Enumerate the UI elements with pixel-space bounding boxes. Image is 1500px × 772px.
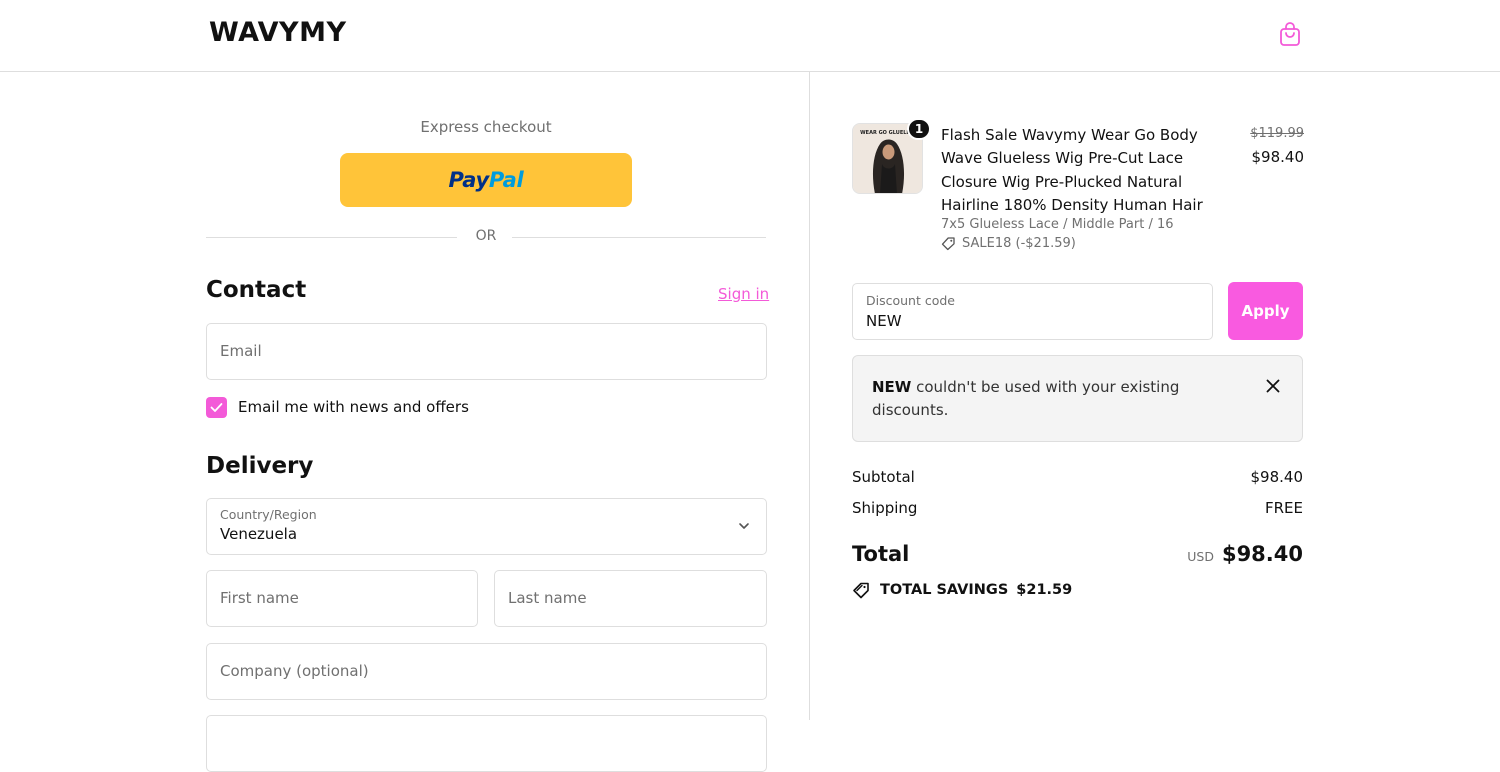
quantity-badge: 1: [907, 118, 931, 140]
product-price: $98.40: [1251, 148, 1305, 166]
paypal-logo: PayPal: [448, 168, 524, 192]
first-name-field[interactable]: First name: [206, 570, 478, 627]
or-text: OR: [461, 228, 511, 244]
product-variant: 7x5 Glueless Lace / Middle Part / 16: [941, 217, 1174, 232]
store-logo[interactable]: WAVYMY: [209, 17, 347, 48]
company-field[interactable]: Company (optional): [206, 643, 767, 700]
chevron-down-icon: [739, 523, 749, 529]
country-value: Venezuela: [220, 525, 298, 543]
close-error-button[interactable]: [1263, 376, 1283, 396]
delivery-title: Delivery: [206, 453, 314, 479]
total-value: $98.40: [1221, 542, 1303, 566]
error-message: couldn't be used with your existing disc…: [872, 378, 1180, 419]
express-checkout-label: Express checkout: [420, 118, 552, 136]
savings-label: TOTAL SAVINGS: [880, 582, 1009, 598]
total-label: Total: [852, 542, 910, 566]
address-field[interactable]: [206, 715, 767, 772]
cart-line-item: WEAR GO GLUELESS 1 Flash Sale Wavymy Wea…: [852, 118, 1305, 260]
subtotal-row: Subtotal $98.40: [852, 468, 1303, 490]
checkout-form-column: Express checkout PayPal OR Contact Sign …: [0, 72, 810, 772]
last-name-field[interactable]: Last name: [494, 570, 767, 627]
newsletter-label: Email me with news and offers: [238, 398, 469, 416]
checkmark-icon: [210, 402, 223, 412]
product-title: Flash Sale Wavymy Wear Go Body Wave Glue…: [941, 126, 1203, 214]
header: WAVYMY: [0, 0, 1500, 72]
discount-error-text: NEW couldn't be used with your existing …: [872, 376, 1242, 422]
shipping-row: Shipping FREE: [852, 499, 1303, 521]
discount-code-value: NEW: [866, 312, 902, 330]
subtotal-value: $98.40: [1250, 468, 1304, 486]
product-original-price: $119.99: [1250, 126, 1304, 141]
close-icon: [1266, 379, 1280, 393]
shipping-label: Shipping: [852, 499, 918, 517]
apply-button[interactable]: Apply: [1228, 282, 1303, 340]
shopping-bag-icon: [1280, 22, 1300, 46]
product-discount: SALE18 (-$21.59): [941, 236, 1076, 251]
paypal-button[interactable]: PayPal: [340, 153, 632, 207]
first-name-placeholder: First name: [220, 589, 299, 607]
currency-code: USD: [1187, 549, 1214, 564]
discount-code-label: Discount code: [866, 293, 955, 308]
or-divider: OR: [206, 228, 766, 248]
tag-icon: [941, 237, 955, 251]
newsletter-option[interactable]: Email me with news and offers: [206, 395, 469, 419]
country-select[interactable]: Country/Region Venezuela: [206, 498, 767, 555]
savings-tag-icon: [853, 582, 869, 599]
error-code: NEW: [872, 378, 912, 396]
order-summary-column: WEAR GO GLUELESS 1 Flash Sale Wavymy Wea…: [810, 72, 1500, 720]
sign-in-link[interactable]: Sign in: [718, 285, 769, 303]
total-savings-row: TOTAL SAVINGS $21.59: [852, 579, 1072, 601]
cart-button[interactable]: [1276, 19, 1304, 49]
shipping-value: FREE: [1264, 499, 1303, 517]
company-placeholder: Company (optional): [220, 662, 369, 680]
last-name-placeholder: Last name: [508, 589, 587, 607]
discount-code-field[interactable]: Discount code NEW: [852, 283, 1213, 340]
country-label: Country/Region: [220, 507, 317, 522]
product-discount-label: SALE18 (-$21.59): [962, 236, 1076, 251]
discount-error-banner: NEW couldn't be used with your existing …: [852, 355, 1303, 442]
email-field[interactable]: Email: [206, 323, 767, 380]
contact-title: Contact: [206, 277, 307, 303]
newsletter-checkbox[interactable]: [206, 396, 227, 418]
savings-value: $21.59: [1016, 582, 1073, 598]
total-row: Total USD $98.40: [852, 540, 1303, 572]
subtotal-label: Subtotal: [852, 468, 915, 486]
email-placeholder: Email: [220, 342, 262, 360]
